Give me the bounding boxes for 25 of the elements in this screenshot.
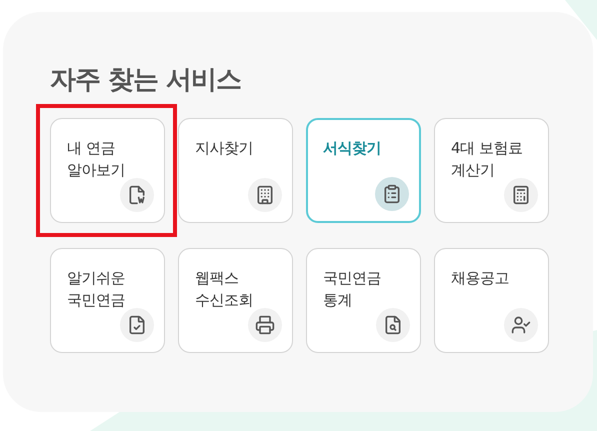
service-card[interactable]: 지사찾기 [178, 118, 293, 223]
service-label: 국민연금 통계 [323, 268, 382, 311]
service-label: 4대 보험료 계산기 [451, 138, 524, 181]
service-card[interactable]: 4대 보험료 계산기 [434, 118, 549, 223]
service-label: 웹팩스 수신조회 [195, 268, 254, 311]
service-label: 알기쉬운 국민연금 [67, 268, 126, 311]
service-label: 내 연금 알아보기 [67, 138, 126, 181]
service-label: 지사찾기 [195, 138, 254, 159]
file-search-icon [383, 315, 403, 335]
clipboard-icon [382, 184, 402, 204]
service-card[interactable]: 서식찾기 [306, 118, 421, 223]
printer-icon [255, 315, 275, 335]
service-card[interactable]: 국민연금 통계 [306, 248, 421, 353]
service-card[interactable]: 알기쉬운 국민연금 [50, 248, 165, 353]
service-card[interactable]: 웹팩스 수신조회 [178, 248, 293, 353]
file-check-icon [127, 315, 147, 335]
service-label: 채용공고 [451, 268, 510, 289]
service-card[interactable]: 내 연금 알아보기 [50, 118, 165, 223]
calculator-icon [511, 185, 531, 205]
user-check-icon [511, 315, 531, 335]
section-title: 자주 찾는 서비스 [50, 64, 242, 96]
service-label: 서식찾기 [323, 138, 382, 159]
service-card[interactable]: 채용공고 [434, 248, 549, 353]
building-icon [255, 185, 275, 205]
document-icon [127, 185, 147, 205]
